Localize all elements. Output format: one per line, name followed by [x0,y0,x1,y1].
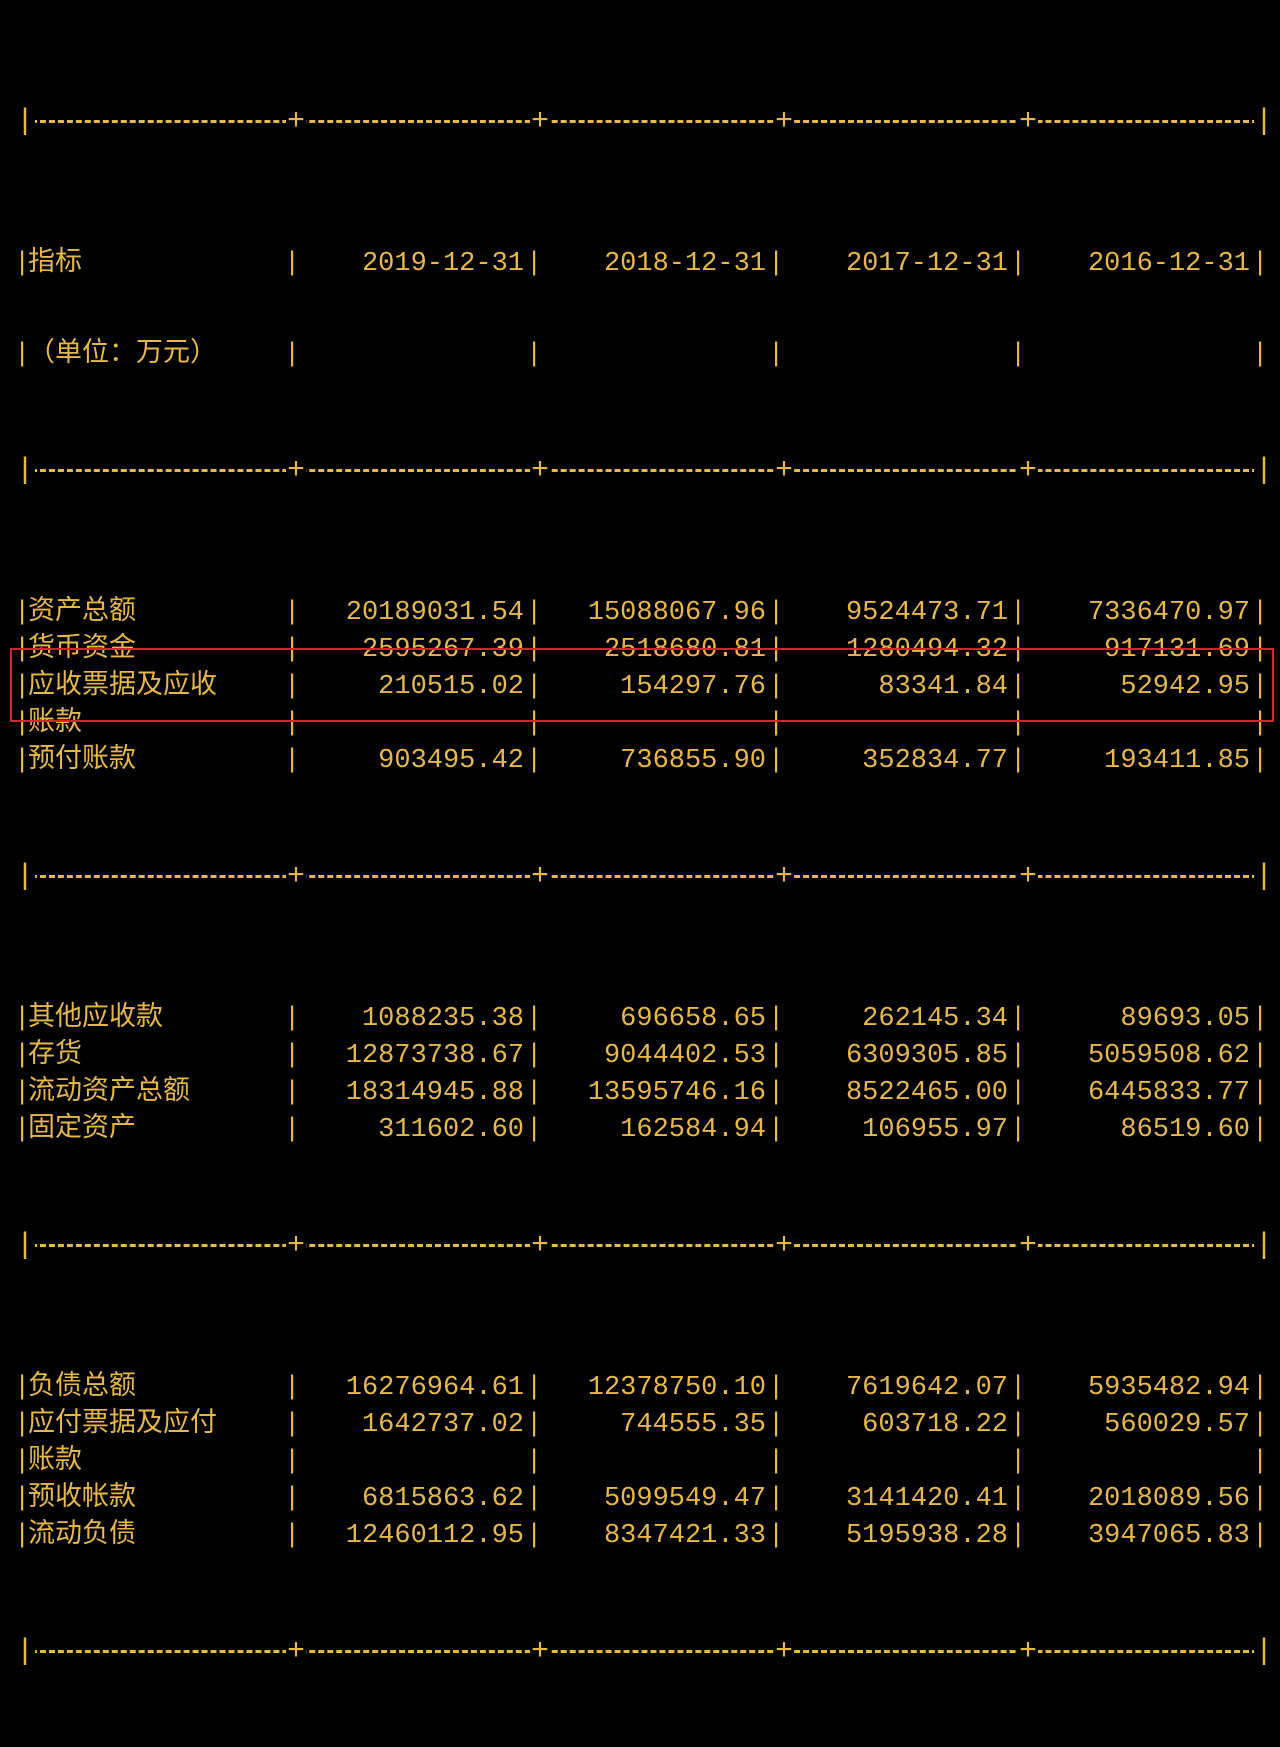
cell-value: 560029.57 [1016,1407,1258,1444]
cell-value: 12378750.10 [532,1370,774,1407]
cell-value: 3141420.41 [774,1481,1016,1518]
cell-value: 2518680.81 [532,632,774,669]
cell-value: 262145.34 [774,1001,1016,1038]
header-label: 指标 [20,246,290,283]
cell-value: 18314945.88 [290,1075,532,1112]
cell-value: 3947065.83 [1016,1518,1258,1555]
table-row: 预付账款903495.42736855.90352834.77193411.85 [20,743,1260,780]
separator: |++++| [20,457,1260,485]
row-label: 其他应收款 [20,1001,290,1038]
row-label: 应付票据及应付 [20,1407,290,1444]
header-unit: （单位：万元） [20,337,290,374]
cell-value: 162584.94 [532,1112,774,1149]
row-label: 应收票据及应收 [20,669,290,706]
cell-value: 86519.60 [1016,1112,1258,1149]
cell-value: 15088067.96 [532,595,774,632]
row-label: 负债总额 [20,1370,290,1407]
cell-value: 5099549.47 [532,1481,774,1518]
row-label-wrap: 账款 [20,1444,290,1481]
cell-value: 2018089.56 [1016,1481,1258,1518]
cell-value: 903495.42 [290,743,532,780]
cell-value: 13595746.16 [532,1075,774,1112]
cell-value: 2595267.39 [290,632,532,669]
row-label-wrap: 账款 [20,706,290,743]
row-label: 存货 [20,1038,290,1075]
separator: |++++| [20,863,1260,891]
row-label: 流动资产总额 [20,1075,290,1112]
table-row: 其他应收款1088235.38696658.65262145.3489693.0… [20,1001,1260,1038]
cell-value: 8347421.33 [532,1518,774,1555]
cell-value: 5935482.94 [1016,1370,1258,1407]
cell-value: 6815863.62 [290,1481,532,1518]
cell-value: 16276964.61 [290,1370,532,1407]
cell-value: 9524473.71 [774,595,1016,632]
row-label: 资产总额 [20,595,290,632]
cell-value: 20189031.54 [290,595,532,632]
cell-value: 52942.95 [1016,669,1258,706]
separator: |++++| [20,1638,1260,1666]
cell-value: 7619642.07 [774,1370,1016,1407]
table-row: 应收票据及应收210515.02154297.7683341.8452942.9… [20,669,1260,706]
cell-value: 6309305.85 [774,1038,1016,1075]
table-row: 流动资产总额18314945.8813595746.168522465.0064… [20,1075,1260,1112]
row-label: 预付账款 [20,743,290,780]
cell-value: 83341.84 [774,669,1016,706]
row-label: 固定资产 [20,1112,290,1149]
table-row: 资产总额20189031.5415088067.969524473.717336… [20,595,1260,632]
col-2016: 2016-12-31 [1016,246,1258,283]
cell-value: 193411.85 [1016,743,1258,780]
table-row-wrap: 账款 [20,706,1260,743]
table-row: 固定资产311602.60162584.94106955.9786519.60 [20,1112,1260,1149]
cell-value: 9044402.53 [532,1038,774,1075]
row-label: 流动负债 [20,1518,290,1555]
cell-value: 736855.90 [532,743,774,780]
cell-value: 154297.76 [532,669,774,706]
cell-value: 106955.97 [774,1112,1016,1149]
cell-value: 1280494.32 [774,632,1016,669]
cell-value: 603718.22 [774,1407,1016,1444]
col-2017: 2017-12-31 [774,246,1016,283]
table-header-row: 指标 2019-12-31 2018-12-31 2017-12-31 2016… [20,246,1260,283]
col-2018: 2018-12-31 [532,246,774,283]
cell-value: 6445833.77 [1016,1075,1258,1112]
table-row: 存货12873738.679044402.536309305.855059508… [20,1038,1260,1075]
row-label: 预收帐款 [20,1481,290,1518]
cell-value: 696658.65 [532,1001,774,1038]
table-row: 应付票据及应付1642737.02744555.35603718.2256002… [20,1407,1260,1444]
cell-value: 89693.05 [1016,1001,1258,1038]
table-row: 流动负债12460112.958347421.335195938.2839470… [20,1518,1260,1555]
cell-value: 5059508.62 [1016,1038,1258,1075]
cell-value: 210515.02 [290,669,532,706]
cell-value: 8522465.00 [774,1075,1016,1112]
cell-value: 352834.77 [774,743,1016,780]
cell-value: 12873738.67 [290,1038,532,1075]
financial-table: |++++| 指标 2019-12-31 2018-12-31 2017-12-… [0,0,1280,1722]
table-row: 预收帐款6815863.625099549.473141420.41201808… [20,1481,1260,1518]
col-2019: 2019-12-31 [290,246,532,283]
cell-value: 1642737.02 [290,1407,532,1444]
separator: |++++| [20,108,1260,136]
separator: |++++| [20,1232,1260,1260]
table-row: 负债总额16276964.6112378750.107619642.075935… [20,1370,1260,1407]
table-header-row-2: （单位：万元） [20,337,1260,374]
cell-value: 917131.69 [1016,632,1258,669]
row-label: 货币资金 [20,632,290,669]
table-row: 货币资金2595267.392518680.811280494.32917131… [20,632,1260,669]
table-row-wrap: 账款 [20,1444,1260,1481]
cell-value: 1088235.38 [290,1001,532,1038]
cell-value: 311602.60 [290,1112,532,1149]
cell-value: 744555.35 [532,1407,774,1444]
cell-value: 5195938.28 [774,1518,1016,1555]
cell-value: 7336470.97 [1016,595,1258,632]
cell-value: 12460112.95 [290,1518,532,1555]
